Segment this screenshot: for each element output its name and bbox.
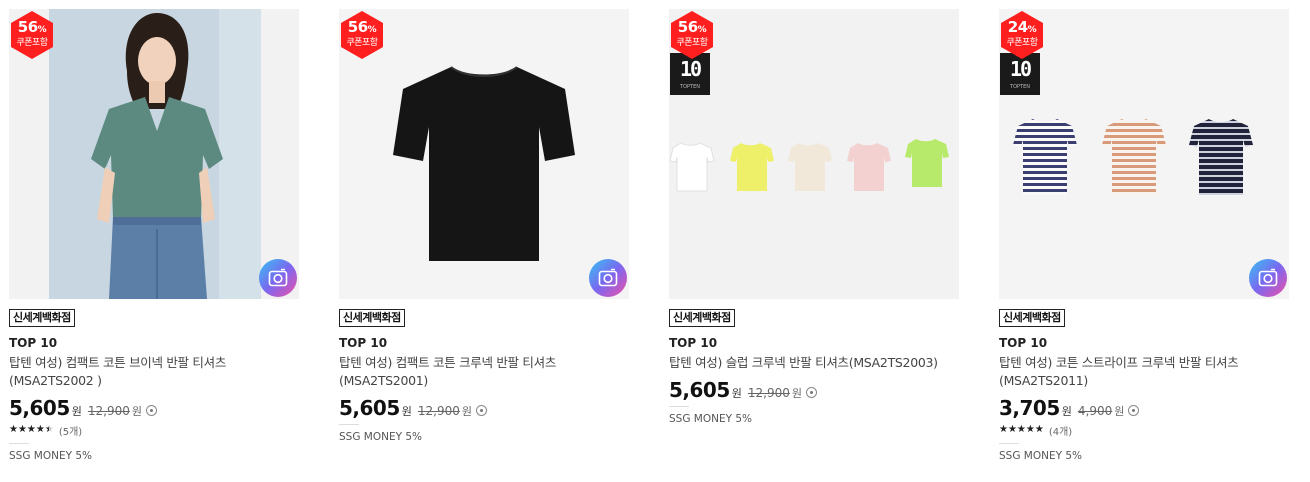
rating-row: ★★★★★ ★★★★★ (4개): [999, 423, 1289, 438]
info-circle-icon[interactable]: [476, 405, 488, 416]
topten-logo: 10 TOPTEN: [1000, 53, 1040, 95]
price-unit: 원: [731, 387, 742, 400]
camera-search-icon[interactable]: [259, 259, 297, 297]
divider: [9, 443, 29, 444]
original-price: 12,900: [747, 386, 790, 400]
topten-logo: 10 TOPTEN: [670, 53, 710, 95]
brand-name[interactable]: TOP 10: [669, 336, 959, 350]
product-image[interactable]: 56% 쿠폰포함: [9, 9, 299, 299]
sale-price: 5,605: [9, 396, 70, 420]
product-image[interactable]: 10 TOPTEN 56% 쿠폰포함: [669, 9, 959, 299]
price-row: 5,605 원 12,900 원: [669, 378, 959, 402]
product-title[interactable]: 탑텐 여성) 컴팩트 코튼 크루넥 반팔 티셔츠(MSA2TS2001): [339, 354, 629, 390]
discount-badge: 56% 쿠폰포함: [11, 11, 53, 59]
product-grid: 56% 쿠폰포함 신세계백화점 TOP 10 탑텐 여성) 컴팩트 코튼 브이넥…: [9, 9, 1309, 479]
info-circle-icon[interactable]: [806, 387, 818, 398]
original-price-unit: 원: [791, 387, 803, 400]
product-title[interactable]: 탑텐 여성) 슬럽 크루넥 반팔 티셔츠(MSA2TS2003): [669, 354, 959, 372]
coupon-label: 쿠폰포함: [346, 38, 378, 48]
store-tag[interactable]: 신세계백화점: [669, 309, 735, 327]
discount-percent: 24%: [1007, 18, 1037, 36]
store-tag[interactable]: 신세계백화점: [339, 309, 405, 327]
product-image[interactable]: 10 TOPTEN 24% 쿠폰포함: [999, 9, 1289, 299]
rating-row: ★★★★★★★★★★ (5개): [9, 423, 299, 438]
ssg-money: SSG MONEY 5%: [9, 450, 93, 462]
product-title[interactable]: 탑텐 여성) 컴팩트 코튼 브이넥 반팔 티셔츠 (MSA2TS2002 ): [9, 354, 299, 390]
original-price-unit: 원: [1114, 405, 1125, 418]
price-unit: 원: [1061, 405, 1072, 418]
original-price: 12,900: [87, 404, 130, 418]
product-card: 10 TOPTEN 56% 쿠폰포함 신세계백화점 TOP 10 탑텐 여성) …: [669, 9, 959, 425]
product-card: 56% 쿠폰포함 신세계백화점 TOP 10 탑텐 여성) 컴팩트 코튼 브이넥…: [9, 9, 299, 462]
discount-badge: 56% 쿠폰포함: [341, 11, 383, 59]
product-card: 56% 쿠폰포함 신세계백화점 TOP 10 탑텐 여성) 컴팩트 코튼 크루넥…: [339, 9, 629, 443]
brand-name[interactable]: TOP 10: [339, 336, 629, 350]
discount-percent: 56%: [677, 18, 707, 36]
discount-badge: 24% 쿠폰포함: [1001, 11, 1043, 59]
star-rating: ★★★★★★★★★★: [9, 424, 54, 435]
camera-search-icon[interactable]: [589, 259, 627, 297]
sale-price: 5,605: [669, 378, 730, 402]
discount-badge: 56% 쿠폰포함: [671, 11, 713, 59]
divider: [669, 406, 689, 407]
brand-name[interactable]: TOP 10: [9, 336, 299, 350]
star-rating: ★★★★★★★★★★: [999, 424, 1044, 435]
store-tag[interactable]: 신세계백화점: [9, 309, 75, 327]
divider: [339, 424, 359, 425]
ssg-money: SSG MONEY 5%: [339, 431, 423, 443]
ssg-money: SSG MONEY 5%: [669, 413, 753, 425]
sale-price: 3,705: [999, 396, 1060, 420]
review-count[interactable]: (4개): [1049, 423, 1072, 438]
price-unit: 원: [71, 405, 82, 418]
price-row: 5,605 원 12,900 원: [339, 396, 629, 420]
original-price-unit: 원: [461, 405, 473, 418]
price-unit: 원: [401, 405, 412, 418]
info-circle-icon[interactable]: [1128, 405, 1140, 416]
original-price: 12,900: [417, 404, 460, 418]
review-count[interactable]: (5개): [59, 423, 82, 438]
original-price: 4,900: [1077, 404, 1113, 418]
brand-name[interactable]: TOP 10: [999, 336, 1289, 350]
discount-percent: 56%: [347, 18, 377, 36]
sale-price: 5,605: [339, 396, 400, 420]
coupon-label: 쿠폰포함: [676, 38, 708, 48]
coupon-label: 쿠폰포함: [16, 38, 48, 48]
divider: [999, 443, 1019, 444]
store-tag[interactable]: 신세계백화점: [999, 309, 1065, 327]
ssg-money: SSG MONEY 5%: [999, 450, 1083, 462]
price-row: 5,605 원 12,900 원: [9, 396, 299, 420]
price-row: 3,705 원 4,900 원: [999, 396, 1289, 420]
camera-search-icon[interactable]: [1249, 259, 1287, 297]
product-title[interactable]: 탑텐 여성) 코튼 스트라이프 크루넥 반팔 티셔츠 (MSA2TS2011): [999, 354, 1289, 390]
product-image[interactable]: 56% 쿠폰포함: [339, 9, 629, 299]
discount-percent: 56%: [17, 18, 47, 36]
info-circle-icon[interactable]: [146, 405, 158, 416]
product-card: 10 TOPTEN 24% 쿠폰포함 신세계백화점 TOP 10 탑텐 여성) …: [999, 9, 1289, 462]
original-price-unit: 원: [131, 405, 143, 418]
coupon-label: 쿠폰포함: [1006, 38, 1038, 48]
